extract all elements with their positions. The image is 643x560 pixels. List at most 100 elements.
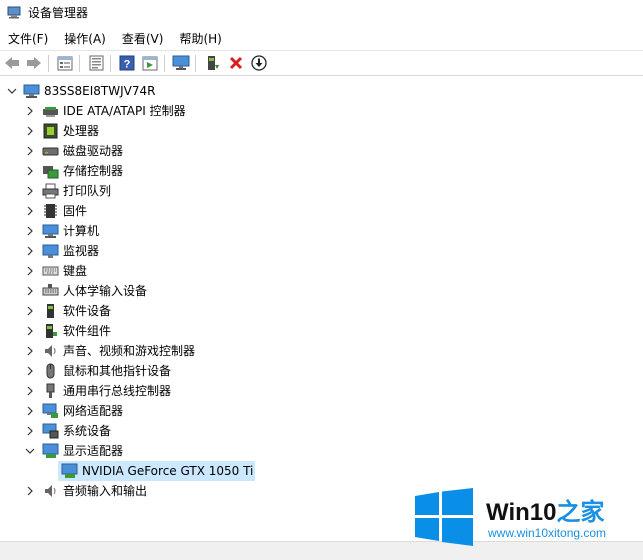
keyboard-icon xyxy=(42,266,59,276)
monitor-icon[interactable] xyxy=(172,54,190,72)
tree-item-usb[interactable]: 通用串行总线控制器 xyxy=(0,381,643,401)
chevron-down-icon[interactable] xyxy=(24,445,36,457)
tree-item-display-adapter[interactable]: 显示适配器 xyxy=(0,441,643,461)
watermark-brand-accent: 之家 xyxy=(556,499,605,526)
tree-item-label: 处理器 xyxy=(63,124,100,138)
menu-view[interactable]: 查看(V) xyxy=(114,28,172,48)
tree-item-storage-controller[interactable]: 存储控制器 xyxy=(0,161,643,181)
ide-controller-icon xyxy=(43,107,58,117)
disk-drive-icon xyxy=(42,147,59,156)
tree-item-label: IDE ATA/ATAPI 控制器 xyxy=(63,104,186,118)
tree-item-software-device[interactable]: 软件设备 xyxy=(0,301,643,321)
tree-item-label: 人体学输入设备 xyxy=(63,284,148,298)
chevron-right-icon[interactable] xyxy=(24,345,36,357)
chevron-right-icon[interactable] xyxy=(24,365,36,377)
tree-item-mouse[interactable]: 鼠标和其他指针设备 xyxy=(0,361,643,381)
menu-action[interactable]: 操作(A) xyxy=(56,28,114,48)
tree-item-ide[interactable]: IDE ATA/ATAPI 控制器 xyxy=(0,101,643,121)
hid-icon xyxy=(42,284,59,296)
help-icon[interactable]: ? xyxy=(118,54,136,72)
chevron-right-icon[interactable] xyxy=(24,485,36,497)
tree-item-label: 声音、视频和游戏控制器 xyxy=(63,344,196,358)
tree-item-system-device[interactable]: 系统设备 xyxy=(0,421,643,441)
tree-item-sound[interactable]: 声音、视频和游戏控制器 xyxy=(0,341,643,361)
chevron-right-icon[interactable] xyxy=(24,225,36,237)
tree-item-label: 监视器 xyxy=(63,244,100,258)
tree-item-label: 系统设备 xyxy=(63,424,112,438)
toolbar-separator xyxy=(164,55,165,72)
tree-item-label: 鼠标和其他指针设备 xyxy=(63,364,172,378)
tree-root[interactable]: 83SS8EI8TWJV74R xyxy=(0,81,643,101)
chevron-right-icon[interactable] xyxy=(24,145,36,157)
chevron-right-icon[interactable] xyxy=(24,325,36,337)
usb-icon xyxy=(46,383,55,398)
printer-icon xyxy=(42,183,59,199)
chevron-right-icon[interactable] xyxy=(24,385,36,397)
chevron-right-icon[interactable] xyxy=(24,105,36,117)
enable-device-icon[interactable] xyxy=(204,54,222,72)
tree-item-monitor[interactable]: 监视器 xyxy=(0,241,643,261)
chevron-down-icon[interactable] xyxy=(6,85,18,97)
window-title: 设备管理器 xyxy=(28,6,89,20)
network-adapter-icon xyxy=(42,403,58,418)
storage-controller-icon xyxy=(43,166,59,179)
tree-item-nvidia-gpu[interactable]: NVIDIA GeForce GTX 1050 Ti xyxy=(58,461,255,481)
toolbar-separator xyxy=(195,55,196,72)
tree-item-hid[interactable]: 人体学输入设备 xyxy=(0,281,643,301)
chevron-right-icon[interactable] xyxy=(24,125,36,137)
forward-arrow-icon[interactable] xyxy=(25,54,43,72)
chevron-right-icon[interactable] xyxy=(24,285,36,297)
menu-help[interactable]: 帮助(H) xyxy=(171,28,229,48)
menu-file[interactable]: 文件(F) xyxy=(0,28,56,48)
tree-item-label: NVIDIA GeForce GTX 1050 Ti xyxy=(82,464,254,478)
audio-io-icon xyxy=(45,485,56,497)
tree-item-label: 键盘 xyxy=(63,264,88,278)
tree-item-label: 音频输入和输出 xyxy=(63,484,148,498)
tree-item-disk-drive[interactable]: 磁盘驱动器 xyxy=(0,141,643,161)
chevron-right-icon[interactable] xyxy=(24,425,36,437)
chevron-right-icon[interactable] xyxy=(24,165,36,177)
chevron-right-icon[interactable] xyxy=(24,405,36,417)
download-icon[interactable] xyxy=(250,54,268,72)
tree-item-firmware[interactable]: 固件 xyxy=(0,201,643,221)
firmware-icon xyxy=(44,204,57,218)
system-device-icon xyxy=(42,423,59,439)
tree-item-computer[interactable]: 计算机 xyxy=(0,221,643,241)
tree-item-label: 显示适配器 xyxy=(63,444,124,458)
tree-item-label: 打印队列 xyxy=(63,184,112,198)
scan-icon[interactable] xyxy=(141,54,159,72)
tree-item-label: 存储控制器 xyxy=(63,164,124,178)
processor-icon xyxy=(43,123,58,139)
tree-item-software-component[interactable]: 软件组件 xyxy=(0,321,643,341)
tree-item-label: 固件 xyxy=(63,204,88,218)
chevron-right-icon[interactable] xyxy=(24,245,36,257)
computer-icon xyxy=(42,224,59,238)
tree-item-keyboard[interactable]: 键盘 xyxy=(0,261,643,281)
tree-item-print-queue[interactable]: 打印队列 xyxy=(0,181,643,201)
windows-logo-icon xyxy=(415,488,473,546)
mouse-icon xyxy=(46,363,55,379)
software-component-icon xyxy=(46,324,57,338)
device-tree: 83SS8EI8TWJV74R IDE ATA/ATAPI 控制器 处理器 磁盘… xyxy=(0,78,643,538)
sound-icon xyxy=(45,345,56,357)
monitor-icon xyxy=(42,244,59,258)
chevron-right-icon[interactable] xyxy=(24,185,36,197)
back-arrow-icon[interactable] xyxy=(3,54,21,72)
update-driver-icon[interactable] xyxy=(87,54,105,72)
properties-icon[interactable] xyxy=(56,54,74,72)
chevron-right-icon[interactable] xyxy=(24,205,36,217)
tree-item-label: 网络适配器 xyxy=(63,404,124,418)
display-adapter-icon xyxy=(42,443,59,458)
title-bar: 设备管理器 xyxy=(0,0,643,24)
tree-item-label: 磁盘驱动器 xyxy=(63,144,124,158)
watermark-url: www.win10xitong.com xyxy=(488,526,607,540)
watermark-brand-main: Win10 xyxy=(486,499,557,526)
tree-item-network-adapter[interactable]: 网络适配器 xyxy=(0,401,643,421)
uninstall-icon[interactable] xyxy=(227,54,245,72)
tree-item-label: 软件设备 xyxy=(63,304,112,318)
tree-item-label: 软件组件 xyxy=(63,324,112,338)
chevron-right-icon[interactable] xyxy=(24,265,36,277)
toolbar-separator xyxy=(110,55,111,72)
chevron-right-icon[interactable] xyxy=(24,305,36,317)
tree-item-processor[interactable]: 处理器 xyxy=(0,121,643,141)
